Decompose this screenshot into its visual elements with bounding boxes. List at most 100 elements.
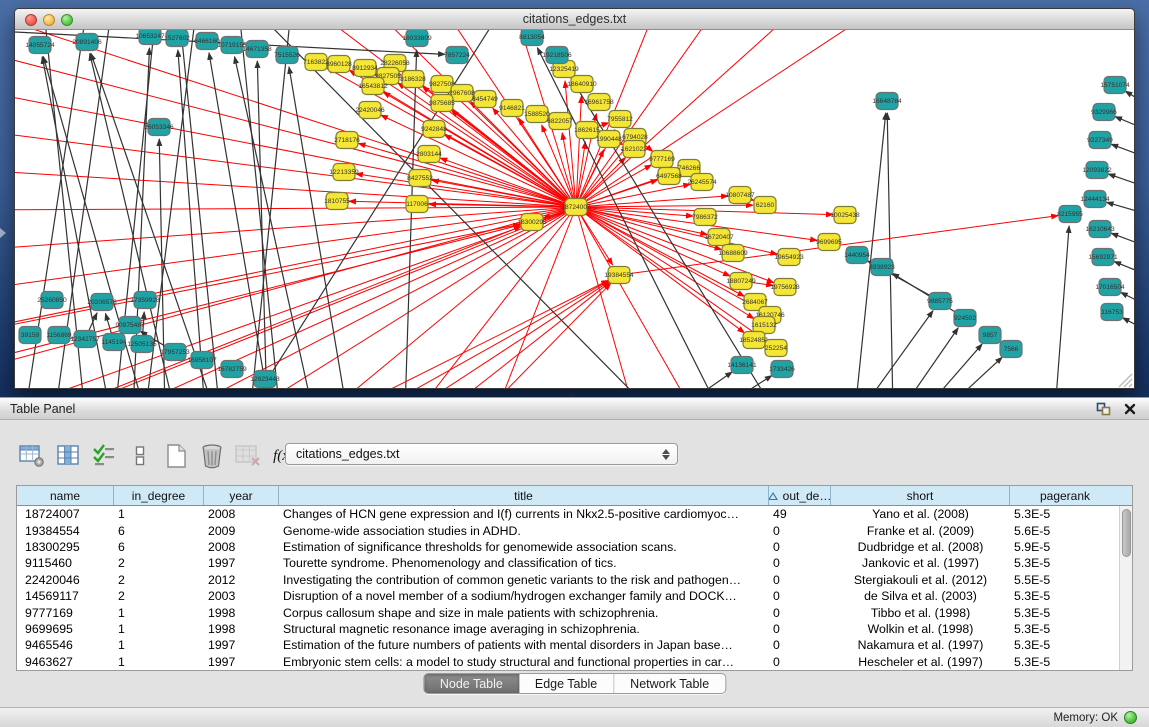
graph-edge[interactable]: [485, 284, 611, 388]
graph-node[interactable]: 15692971: [1088, 249, 1118, 266]
table-scrollbar[interactable]: [1119, 506, 1132, 671]
network-canvas[interactable]: 1872400771638228960128891293428226058982…: [15, 30, 1134, 388]
graph-node[interactable]: 12923448: [250, 371, 280, 388]
graph-node[interactable]: 10688609: [718, 245, 748, 262]
graph-edge[interactable]: [15, 207, 576, 250]
table-row[interactable]: 1938455462009Genome-wide association stu…: [17, 522, 1132, 538]
graph-node[interactable]: 19654923: [774, 249, 804, 266]
select-columns-icon[interactable]: [90, 443, 117, 469]
float-panel-icon[interactable]: [1094, 401, 1112, 417]
graph-node[interactable]: 16648784: [872, 93, 902, 110]
table-row[interactable]: 1456911722003Disruption of a novel membe…: [17, 588, 1132, 604]
column-header-out_de[interactable]: out_de…: [769, 486, 831, 505]
graph-node[interactable]: 16720407: [704, 229, 734, 246]
graph-node[interactable]: 25260850: [37, 292, 67, 309]
graph-node[interactable]: 12505135: [127, 336, 157, 353]
graph-node[interactable]: 62160: [754, 197, 776, 214]
graph-node[interactable]: 6497568: [656, 168, 682, 185]
graph-node[interactable]: 16782759: [217, 361, 247, 378]
table-row[interactable]: 911546021997Tourette syndrome. Phenomeno…: [17, 555, 1132, 571]
graph-edge[interactable]: [887, 113, 893, 388]
delete-table-icon[interactable]: [234, 443, 261, 469]
graph-node[interactable]: 19756928: [770, 279, 800, 296]
graph-node[interactable]: 7986372: [692, 209, 718, 226]
graph-node[interactable]: 16033809: [402, 30, 432, 47]
graph-edge[interactable]: [15, 50, 576, 207]
tab-node-table[interactable]: Node Table: [424, 674, 519, 693]
graph-edge[interactable]: [1125, 91, 1134, 100]
graph-node[interactable]: 8427552: [407, 170, 433, 187]
table-row[interactable]: 1830029562008Estimation of significance …: [17, 539, 1132, 555]
graph-node[interactable]: 1145194: [101, 334, 127, 351]
tab-edge-table[interactable]: Edge Table: [519, 674, 613, 693]
table-row[interactable]: 1872400712008Changes of HCN gene express…: [17, 506, 1132, 522]
graph-edge[interactable]: [375, 281, 609, 388]
graph-node[interactable]: 22420046: [355, 102, 385, 119]
network-graph[interactable]: 1872400771638228960128891293428226058982…: [15, 30, 1134, 388]
close-panel-icon[interactable]: [1121, 401, 1139, 417]
graph-node[interactable]: 8960128: [326, 56, 352, 73]
graph-node[interactable]: 18724007: [561, 199, 591, 216]
row-height-icon[interactable]: [126, 443, 153, 469]
graph-edge[interactable]: [55, 226, 521, 388]
graph-node[interactable]: 20206576: [87, 294, 117, 311]
graph-edge[interactable]: [257, 61, 267, 388]
graph-node[interactable]: 8938923: [869, 259, 895, 276]
graph-node[interactable]: 252254: [765, 340, 787, 357]
graph-node[interactable]: 26245574: [687, 174, 717, 191]
graph-edge[interactable]: [15, 207, 576, 210]
graph-node[interactable]: 7857224: [444, 47, 470, 64]
graph-node[interactable]: 1440954: [844, 247, 870, 264]
graph-node[interactable]: 16210643: [1085, 221, 1115, 238]
show-columns-icon[interactable]: [54, 443, 81, 469]
graph-edge[interactable]: [178, 50, 205, 388]
graph-edge[interactable]: [1055, 226, 1069, 388]
graph-node[interactable]: 17957253: [160, 344, 190, 361]
graph-edge[interactable]: [1107, 202, 1134, 212]
delete-column-icon[interactable]: [198, 443, 225, 469]
graph-edge[interactable]: [1123, 318, 1134, 327]
graph-node[interactable]: 26053346: [144, 119, 174, 136]
graph-edge[interactable]: [289, 67, 347, 388]
graph-node[interactable]: 14136141: [727, 357, 757, 374]
graph-node[interactable]: 16958107: [187, 352, 217, 369]
graph-node[interactable]: 12444134: [1080, 191, 1110, 208]
graph-node[interactable]: 924502: [954, 310, 976, 327]
graph-edge[interactable]: [345, 280, 608, 388]
graph-node[interactable]: 1733426: [769, 361, 795, 378]
graph-node[interactable]: 9699695: [816, 234, 842, 251]
graph-node[interactable]: 12093822: [1082, 162, 1112, 179]
graph-node[interactable]: 1527602: [164, 30, 190, 47]
graph-edge[interactable]: [943, 357, 1002, 388]
graph-node[interactable]: 10807487: [725, 187, 755, 204]
graph-node[interactable]: 20891406: [72, 34, 102, 51]
graph-node[interactable]: 9777169: [649, 151, 675, 168]
graph-edge[interactable]: [1108, 174, 1134, 185]
graph-edge[interactable]: [415, 207, 576, 388]
graph-node[interactable]: 15751074: [1100, 77, 1130, 94]
graph-edge[interactable]: [15, 170, 576, 207]
graph-node[interactable]: 17016504: [1095, 279, 1125, 296]
graph-node[interactable]: 2718176: [334, 132, 360, 149]
table-row[interactable]: 946554611997Estimation of the future num…: [17, 637, 1132, 653]
graph-edge[interactable]: [15, 207, 576, 370]
graph-node[interactable]: 1621022: [621, 141, 647, 158]
graph-edge[interactable]: [1121, 292, 1134, 302]
graph-node[interactable]: 2803144: [416, 146, 442, 163]
graph-edge[interactable]: [1111, 144, 1134, 155]
graph-edge[interactable]: [1111, 233, 1134, 244]
graph-node[interactable]: 18640910: [567, 76, 597, 93]
column-header-title[interactable]: title: [279, 486, 769, 505]
graph-node[interactable]: 7566: [1000, 341, 1022, 358]
graph-node[interactable]: 16961758: [584, 94, 614, 111]
table-selector-dropdown[interactable]: citations_edges.txt: [285, 443, 678, 465]
graph-node[interactable]: 10653247: [135, 30, 165, 45]
column-header-short[interactable]: short: [831, 486, 1010, 505]
graph-edge[interactable]: [15, 207, 576, 290]
graph-edge[interactable]: [860, 311, 933, 388]
table-row[interactable]: 969969511998Structural magnetic resonanc…: [17, 621, 1132, 637]
graph-node[interactable]: 17359928: [130, 292, 160, 309]
graph-node[interactable]: 9242848: [421, 121, 447, 138]
graph-node[interactable]: 90975487: [115, 317, 145, 334]
table-row[interactable]: 977716911998Corpus callosum shape and si…: [17, 604, 1132, 620]
